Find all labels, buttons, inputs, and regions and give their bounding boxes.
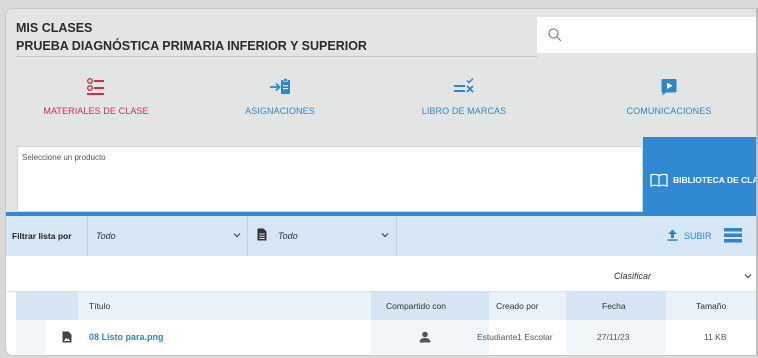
column-shared-header[interactable]: Compartido con bbox=[386, 292, 446, 320]
user-icon bbox=[419, 331, 431, 343]
list-icon bbox=[87, 78, 104, 95]
tab-comunicaciones[interactable]: COMUNICACIONES bbox=[579, 77, 758, 116]
column-size-header[interactable]: Tamaño bbox=[696, 292, 726, 320]
image-file-icon bbox=[62, 331, 72, 343]
gradebook-icon bbox=[454, 77, 474, 93]
column-created-header[interactable]: Creado por bbox=[496, 292, 539, 320]
table-header: Título Compartido con Creado por Fecha T… bbox=[16, 292, 758, 320]
upload-icon bbox=[667, 229, 678, 241]
document-filter-dropdown[interactable]: Todo bbox=[247, 216, 397, 256]
created-by-cell: Estudiante1 Escolar bbox=[477, 332, 553, 342]
type-filter-dropdown[interactable]: Todo bbox=[87, 216, 247, 256]
page-title: MIS CLASES bbox=[16, 21, 93, 35]
tab-libro-de-marcas[interactable]: LIBRO DE MARCAS bbox=[374, 77, 554, 116]
tab-label: MATERIALES DE CLASE bbox=[43, 106, 149, 116]
column-title-header[interactable]: Título bbox=[89, 292, 110, 320]
chevron-down-icon[interactable] bbox=[744, 273, 752, 279]
class-library-button[interactable]: BIBLIOTECA DE CLASE bbox=[643, 137, 758, 219]
column-type-header bbox=[46, 292, 78, 320]
size-cell: 11 KB bbox=[704, 332, 727, 342]
chevron-down-icon bbox=[381, 233, 389, 238]
class-name: PRUEBA DIAGNÓSTICA PRIMARIA INFERIOR Y S… bbox=[16, 39, 367, 53]
search-icon bbox=[548, 28, 562, 42]
filter-label: Filtrar lista por bbox=[12, 231, 72, 241]
date-cell: 27/11/23 bbox=[597, 332, 630, 342]
filter-bar: Filtrar lista por Todo Todo SUBIR bbox=[6, 216, 758, 256]
header-divider bbox=[16, 56, 538, 57]
document-filter-value: Todo bbox=[278, 231, 298, 241]
column-icon-header bbox=[16, 292, 46, 320]
class-library-label: BIBLIOTECA DE CLASE bbox=[673, 175, 758, 185]
clipboard-arrow-icon bbox=[270, 78, 290, 94]
tab-label: ASIGNACIONES bbox=[245, 106, 315, 116]
tab-asignaciones[interactable]: ASIGNACIONES bbox=[190, 77, 370, 116]
book-icon bbox=[650, 173, 668, 187]
sort-bar: Clasificar bbox=[6, 256, 758, 292]
table-row[interactable]: 08 Listo para.png Estudiante1 Escolar 27… bbox=[16, 320, 758, 354]
tab-materiales-de-clase[interactable]: MATERIALES DE CLASE bbox=[6, 77, 186, 116]
class-panel: MIS CLASES PRUEBA DIAGNÓSTICA PRIMARIA I… bbox=[5, 8, 758, 356]
tab-label: COMUNICACIONES bbox=[626, 106, 712, 116]
product-selector[interactable]: Seleccione un producto bbox=[17, 146, 643, 212]
chevron-down-icon bbox=[233, 233, 241, 238]
row-select-cell bbox=[16, 320, 46, 354]
column-date-header[interactable]: Fecha bbox=[602, 292, 626, 320]
type-filter-value: Todo bbox=[96, 231, 116, 241]
tab-label: LIBRO DE MARCAS bbox=[421, 106, 507, 116]
message-icon bbox=[661, 79, 677, 96]
product-placeholder: Seleccione un producto bbox=[22, 153, 106, 162]
upload-label: SUBIR bbox=[684, 231, 712, 241]
search-box[interactable] bbox=[537, 17, 758, 53]
file-name-link[interactable]: 08 Listo para.png bbox=[89, 320, 164, 354]
sort-dropdown[interactable]: Clasificar bbox=[614, 271, 651, 281]
document-icon bbox=[257, 228, 267, 241]
list-view-icon[interactable] bbox=[724, 228, 742, 243]
